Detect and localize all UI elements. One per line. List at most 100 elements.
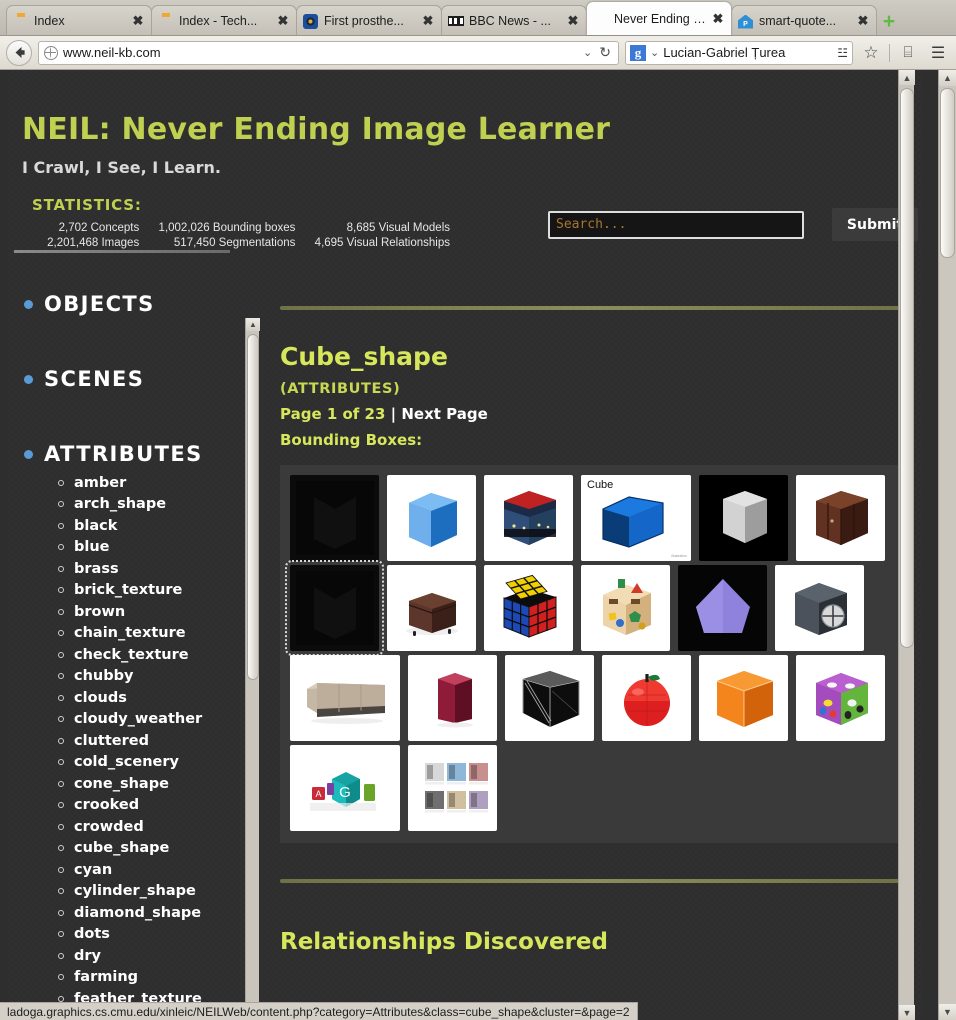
sidebar-attribute-cold_scenery[interactable]: cold_scenery — [58, 752, 236, 774]
bullet-icon — [58, 651, 64, 658]
dark-cube-thumb-selected[interactable] — [285, 560, 384, 656]
browser-tab-2[interactable]: First prosthe... ✖ — [296, 5, 442, 35]
sidebar-item-objects[interactable]: OBJECTS — [8, 286, 236, 322]
browser-search-box[interactable]: g ⌄ Lucian-Gabriel Țurea ☳ — [625, 40, 853, 65]
glass-cube-thumb[interactable] — [505, 655, 594, 741]
speaker-cube-thumb[interactable] — [775, 565, 864, 651]
scroll-up-icon[interactable]: ▲ — [939, 70, 956, 86]
reader-list-icon[interactable]: ⌸ — [896, 41, 920, 65]
contact-sheet-thumb[interactable] — [408, 745, 497, 831]
sidebar-attribute-chain_texture[interactable]: chain_texture — [58, 623, 236, 645]
sidebar: OBJECTS SCENES ATTRIBUTES amber arch_sha… — [8, 250, 236, 1018]
sidebar-attribute-label: brown — [74, 603, 126, 620]
sidebar-attribute-label: brass — [74, 560, 119, 577]
address-bar[interactable]: www.neil-kb.com ⌄ ↻ — [38, 40, 619, 65]
bounding-boxes-label: Bounding Boxes: — [280, 431, 423, 449]
bullet-icon — [58, 737, 64, 744]
browser-scrollbar-thumb[interactable] — [940, 88, 955, 258]
back-button[interactable] — [6, 39, 32, 66]
sidebar-attribute-check_texture[interactable]: check_texture — [58, 644, 236, 666]
chevron-down-icon[interactable]: ⌄ — [583, 46, 592, 59]
brown-cube-thumb[interactable] — [796, 475, 885, 561]
purple-polyhedron-thumb[interactable] — [678, 565, 767, 651]
textured-cube-thumb[interactable] — [484, 475, 573, 561]
browser-tab-4-active[interactable]: Never Ending I... ✖ — [586, 1, 732, 35]
browser-tab-5[interactable]: P smart-quote... ✖ — [731, 5, 877, 35]
dark-cube-thumb[interactable] — [290, 475, 379, 561]
tab-strip: Index ✖ Index - Tech... ✖ First prosthe.… — [0, 0, 956, 36]
tab-close-icon[interactable]: ✖ — [566, 14, 580, 27]
browser-tab-3[interactable]: BBC News - ... ✖ — [441, 5, 587, 35]
chevron-down-icon[interactable]: ⌄ — [650, 46, 659, 59]
attribute-list: amber arch_shape black blue brass brick_textu… — [8, 472, 236, 1010]
tab-close-icon[interactable]: ✖ — [131, 14, 145, 27]
bullet-icon — [58, 888, 64, 895]
orange-cube-thumb[interactable] — [699, 655, 788, 741]
sidebar-attribute-cone_shape[interactable]: cone_shape — [58, 773, 236, 795]
sidebar-attribute-cloudy_weather[interactable]: cloudy_weather — [58, 709, 236, 731]
book-icon — [158, 13, 174, 29]
sidebar-attribute-cylinder_shape[interactable]: cylinder_shape — [58, 881, 236, 903]
search-input[interactable] — [548, 210, 804, 239]
gray-cube-thumb[interactable] — [699, 475, 788, 561]
sidebar-item-attributes[interactable]: ATTRIBUTES — [8, 436, 236, 472]
browser-tab-0[interactable]: Index ✖ — [6, 5, 152, 35]
tab-close-icon[interactable]: ✖ — [421, 14, 435, 27]
scroll-down-icon[interactable]: ▼ — [939, 1004, 956, 1020]
page-scrollbar-thumb[interactable] — [900, 88, 914, 648]
rubiks-cube-thumb[interactable] — [484, 565, 573, 651]
tab-title: Index — [34, 13, 65, 28]
bullet-icon — [58, 673, 64, 680]
scroll-up-icon[interactable]: ▲ — [246, 318, 260, 331]
sidebar-attribute-crooked[interactable]: crooked — [58, 795, 236, 817]
sidebar-scrollbar[interactable]: ▲ ▼ — [245, 318, 260, 1020]
red-apple-cube-thumb[interactable] — [602, 655, 691, 741]
page-scrollbar[interactable]: ▲ ▼ — [898, 70, 915, 1020]
bullet-icon — [24, 299, 33, 309]
tab-close-icon[interactable]: ✖ — [856, 14, 870, 27]
colorful-toy-cube-thumb[interactable] — [796, 655, 885, 741]
browser-scrollbar[interactable]: ▲ ▼ — [938, 70, 956, 1020]
red-box-thumb[interactable] — [408, 655, 497, 741]
blue-cube-thumb[interactable] — [387, 475, 476, 561]
leather-ottoman-thumb[interactable] — [387, 565, 476, 651]
sidebar-attribute-cube_shape[interactable]: cube_shape — [58, 838, 236, 860]
pagination-separator: | — [385, 405, 402, 423]
scroll-down-icon[interactable]: ▼ — [899, 1005, 915, 1020]
sidebar-attribute-brick_texture[interactable]: brick_texture — [58, 580, 236, 602]
sidebar-attribute-brass[interactable]: brass — [58, 558, 236, 580]
sidebar-attribute-crowded[interactable]: crowded — [58, 816, 236, 838]
sidebar-attribute-dry[interactable]: dry — [58, 945, 236, 967]
bullet-icon — [58, 845, 64, 852]
tab-close-icon[interactable]: ✖ — [711, 12, 725, 25]
reload-icon[interactable]: ↻ — [597, 44, 613, 61]
sidebar-attribute-chubby[interactable]: chubby — [58, 666, 236, 688]
sidebar-scrollbar-thumb[interactable] — [247, 334, 259, 680]
sidebar-attribute-blue[interactable]: blue — [58, 537, 236, 559]
sidebar-attribute-diamond_shape[interactable]: diamond_shape — [58, 902, 236, 924]
menu-hamburger-icon[interactable]: ☰ — [926, 41, 950, 65]
bullet-icon — [24, 449, 33, 459]
sidebar-attribute-amber[interactable]: amber — [58, 472, 236, 494]
bookmark-star-icon[interactable]: ☆ — [859, 41, 883, 65]
cube-diagram-thumb[interactable]: Cube illustration — [581, 475, 691, 561]
sidebar-attribute-arch_shape[interactable]: arch_shape — [58, 494, 236, 516]
scroll-up-icon[interactable]: ▲ — [899, 70, 915, 85]
sidebar-attribute-brown[interactable]: brown — [58, 601, 236, 623]
browser-tab-1[interactable]: Index - Tech... ✖ — [151, 5, 297, 35]
sidebar-attribute-farming[interactable]: farming — [58, 967, 236, 989]
sidebar-attribute-dots[interactable]: dots — [58, 924, 236, 946]
sidebar-attribute-clouds[interactable]: clouds — [58, 687, 236, 709]
tab-close-icon[interactable]: ✖ — [276, 14, 290, 27]
sideboard-cabinet-thumb[interactable] — [290, 655, 400, 741]
bullet-icon — [58, 544, 64, 551]
logo-cubes-thumb[interactable]: AG — [290, 745, 400, 831]
sidebar-attribute-cluttered[interactable]: cluttered — [58, 730, 236, 752]
table-row: 2,201,468 Images 517,450 Segmentations 4… — [36, 235, 456, 250]
new-tab-button[interactable]: + — [876, 7, 902, 35]
shape-sorter-toy-thumb[interactable] — [581, 565, 670, 651]
next-page-link[interactable]: Next Page — [401, 405, 487, 423]
sidebar-attribute-black[interactable]: black — [58, 515, 236, 537]
sidebar-item-scenes[interactable]: SCENES — [8, 361, 236, 397]
sidebar-attribute-cyan[interactable]: cyan — [58, 859, 236, 881]
